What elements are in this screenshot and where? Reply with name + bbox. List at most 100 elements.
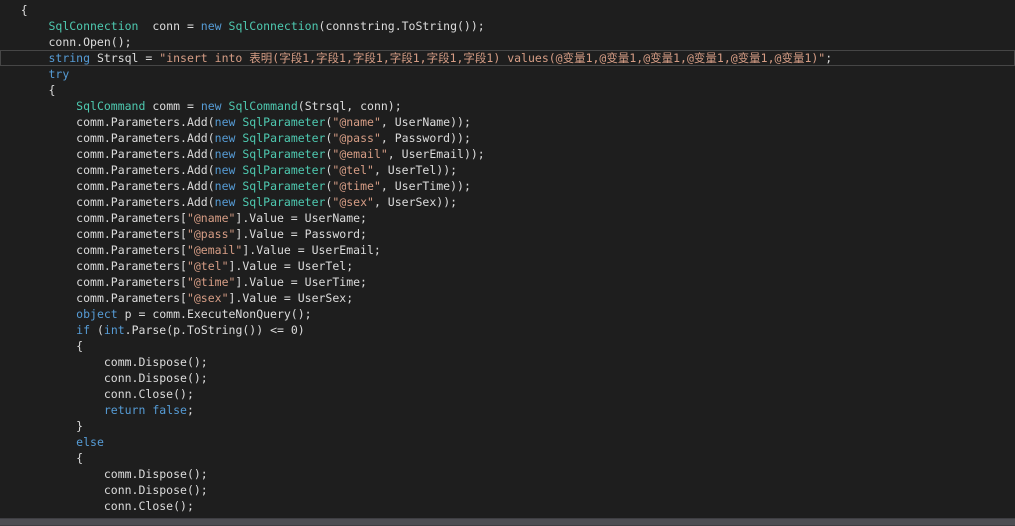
code-area[interactable]: { SqlConnection conn = new SqlConnection… (0, 2, 1015, 514)
code-token: conn.Close(); (103, 387, 194, 401)
code-line[interactable]: comm.Dispose(); (0, 354, 1015, 370)
code-token: return (103, 403, 146, 417)
code-token: try (48, 67, 70, 81)
code-line[interactable]: SqlConnection conn = new SqlConnection(c… (0, 18, 1015, 34)
code-token: conn.Close(); (103, 499, 194, 513)
code-token: SqlParameter (242, 147, 326, 161)
code-line[interactable]: { (0, 82, 1015, 98)
code-line[interactable]: object p = comm.ExecuteNonQuery(); (0, 306, 1015, 322)
code-token: comm.Parameters[ (76, 243, 187, 257)
code-token: , UserName)); (380, 115, 471, 129)
code-line[interactable]: comm.Dispose(); (0, 466, 1015, 482)
code-line[interactable]: comm.Parameters["@time"].Value = UserTim… (0, 274, 1015, 290)
code-token: "@email" (186, 243, 243, 257)
code-line[interactable]: if (int.Parse(p.ToString()) <= 0) (0, 322, 1015, 338)
code-token: conn.Dispose(); (103, 371, 208, 385)
code-token: conn.Dispose(); (103, 483, 208, 497)
code-token: SqlCommand (76, 99, 146, 113)
code-token: comm.Parameters[ (76, 259, 187, 273)
code-token: SqlParameter (242, 115, 326, 129)
code-token: comm.Parameters.Add( (76, 131, 215, 145)
code-line[interactable]: { (0, 450, 1015, 466)
code-line[interactable]: conn.Close(); (0, 386, 1015, 402)
code-line[interactable]: comm.Parameters.Add(new SqlParameter("@n… (0, 114, 1015, 130)
code-token: SqlConnection (48, 19, 139, 33)
code-line[interactable]: comm.Parameters.Add(new SqlParameter("@p… (0, 130, 1015, 146)
scrollbar-thumb[interactable] (0, 519, 1015, 525)
code-token: new (200, 99, 222, 113)
code-line[interactable]: conn.Dispose(); (0, 482, 1015, 498)
code-line[interactable]: SqlCommand comm = new SqlCommand(Strsql,… (0, 98, 1015, 114)
code-line[interactable]: { (0, 338, 1015, 354)
code-line[interactable]: comm.Parameters["@tel"].Value = UserTel; (0, 258, 1015, 274)
code-line-current[interactable]: string Strsql = "insert into 表明(字段1,字段1,… (0, 50, 1015, 66)
code-token: "@time" (332, 179, 381, 193)
code-line[interactable]: comm.Parameters.Add(new SqlParameter("@t… (0, 178, 1015, 194)
code-token: (connstring.ToString()); (318, 19, 485, 33)
code-token: object (76, 307, 118, 321)
code-token: new (214, 179, 236, 193)
code-line[interactable]: } (0, 418, 1015, 434)
code-line[interactable]: comm.Parameters.Add(new SqlParameter("@t… (0, 162, 1015, 178)
code-line[interactable]: try (0, 66, 1015, 82)
code-line[interactable]: comm.Parameters.Add(new SqlParameter("@e… (0, 146, 1015, 162)
code-token: conn = (138, 19, 201, 33)
code-token: "@sex" (332, 195, 374, 209)
code-token: SqlParameter (242, 163, 326, 177)
code-token: "@name" (332, 115, 381, 129)
code-token: , UserTime)); (380, 179, 471, 193)
code-token: "@time" (186, 275, 236, 289)
code-editor[interactable]: { SqlConnection conn = new SqlConnection… (0, 0, 1015, 526)
code-line[interactable]: comm.Parameters["@name"].Value = UserNam… (0, 210, 1015, 226)
code-token: comm.Parameters[ (76, 227, 187, 241)
code-line[interactable]: conn.Close(); (0, 498, 1015, 514)
horizontal-scrollbar[interactable] (0, 518, 1015, 526)
code-line[interactable]: return false; (0, 402, 1015, 418)
code-line[interactable]: conn.Open(); (0, 34, 1015, 50)
code-token: new (200, 19, 222, 33)
code-token: new (214, 115, 236, 129)
code-line[interactable]: comm.Parameters["@sex"].Value = UserSex; (0, 290, 1015, 306)
code-token: "@name" (186, 211, 236, 225)
code-token: , UserEmail)); (387, 147, 485, 161)
code-line[interactable]: else (0, 434, 1015, 450)
code-token: .Parse(p.ToString()) <= 0) (124, 323, 305, 337)
code-token: { (76, 451, 84, 465)
code-token: Strsql = (90, 51, 160, 65)
code-line[interactable]: comm.Parameters["@pass"].Value = Passwor… (0, 226, 1015, 242)
code-token: "@tel" (186, 259, 229, 273)
code-token: "@tel" (332, 163, 374, 177)
code-line[interactable]: conn.Dispose(); (0, 370, 1015, 386)
code-token: { (48, 83, 56, 97)
code-token: , UserTel)); (373, 163, 458, 177)
code-line[interactable]: comm.Parameters.Add(new SqlParameter("@s… (0, 194, 1015, 210)
code-token: SqlConnection (228, 19, 319, 33)
code-token: "@email" (332, 147, 388, 161)
code-token: ].Value = UserTime; (235, 275, 367, 289)
code-token: "@sex" (186, 291, 229, 305)
code-line[interactable]: comm.Parameters["@email"].Value = UserEm… (0, 242, 1015, 258)
code-line[interactable]: { (0, 2, 1015, 18)
code-token: { (76, 339, 84, 353)
code-token: "insert into 表明(字段1,字段1,字段1,字段1,字段1,字段1)… (159, 51, 826, 65)
code-token: comm.Parameters[ (76, 275, 187, 289)
code-token: SqlParameter (242, 131, 326, 145)
